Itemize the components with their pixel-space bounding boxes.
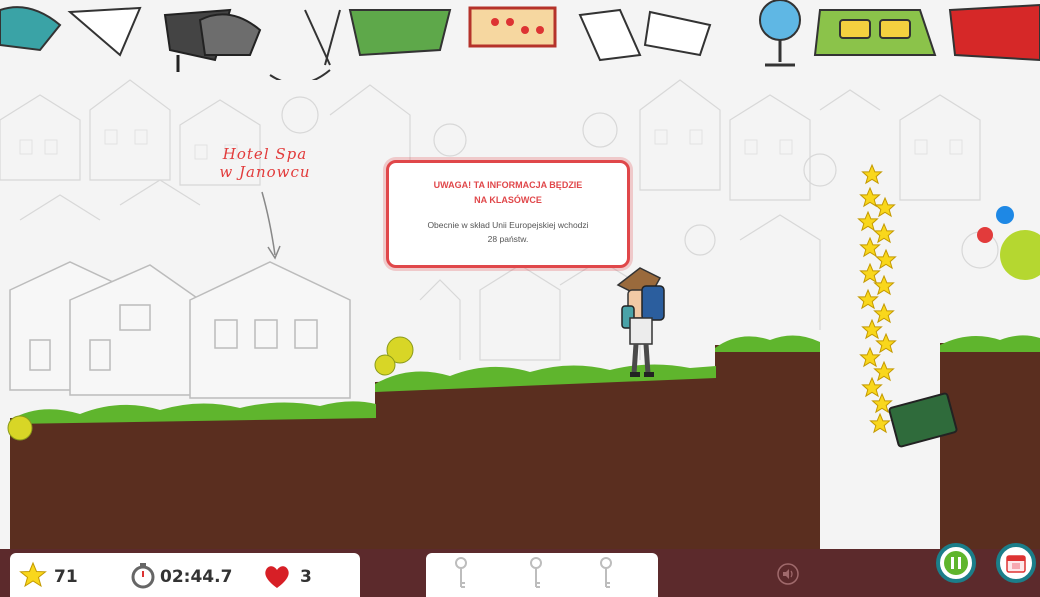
keys-slots bbox=[455, 557, 612, 588]
stopwatch-icon bbox=[131, 563, 155, 589]
hud-stats-panel: 71 02:44.7 3 bbox=[10, 553, 360, 597]
lives-count: 3 bbox=[300, 567, 312, 587]
sound-toggle-icon[interactable] bbox=[776, 562, 800, 586]
calendar-icon bbox=[1006, 555, 1026, 573]
calendar-button[interactable] bbox=[996, 543, 1036, 583]
heart-icon bbox=[265, 566, 289, 588]
star-counter-icon bbox=[19, 561, 47, 588]
popup-body: Obecnie w skład Unii Europejskiej wchodz… bbox=[403, 218, 613, 246]
pause-icon bbox=[944, 551, 968, 575]
keys-panel bbox=[426, 553, 658, 597]
popup-title-line1: UWAGA! TA INFORMACJA BĘDZIE bbox=[433, 180, 583, 190]
popup-body-line2: 28 państw. bbox=[487, 234, 529, 244]
key-icon bbox=[455, 557, 467, 588]
player-character bbox=[616, 267, 665, 377]
game-scene: Hotel Spa w Janowcu UWAGA! TA INFORMACJA… bbox=[0, 0, 1040, 597]
key-icon bbox=[530, 557, 542, 588]
popup-title: UWAGA! TA INFORMACJA BĘDZIE NA KLASÓWCE bbox=[407, 178, 609, 208]
timer: 02:44.7 bbox=[160, 567, 233, 587]
info-popup: UWAGA! TA INFORMACJA BĘDZIE NA KLASÓWCE … bbox=[386, 160, 630, 268]
popup-body-line1: Obecnie w skład Unii Europejskiej wchodz… bbox=[427, 220, 589, 230]
popup-title-line2: NA KLASÓWCE bbox=[474, 195, 542, 205]
star-count: 71 bbox=[54, 567, 78, 587]
pause-button[interactable] bbox=[936, 543, 976, 583]
key-icon bbox=[600, 557, 612, 588]
